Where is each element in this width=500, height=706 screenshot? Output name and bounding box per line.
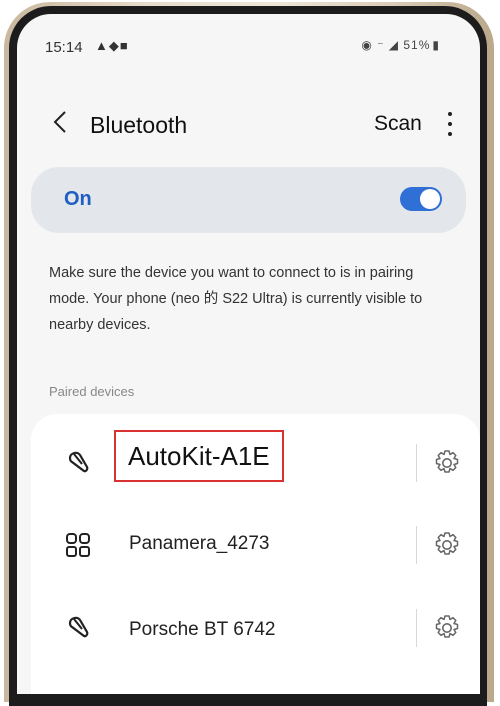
scan-button[interactable]: Scan bbox=[374, 112, 422, 136]
visibility-info-text: Make sure the device you want to connect… bbox=[49, 265, 423, 333]
more-dot-icon bbox=[448, 112, 452, 116]
device-row-porsche[interactable]: Porsche BT 6742 bbox=[31, 589, 480, 669]
headset-icon bbox=[68, 616, 89, 638]
page-title: Bluetooth bbox=[90, 112, 188, 138]
gear-icon[interactable] bbox=[432, 613, 462, 643]
system-icons: ◉ ⁻ ◢ 51% ▮ bbox=[361, 38, 440, 52]
phone-screen: 15:14 ▲◆■ ◉ ⁻ ◢ 51% ▮ Bluetooth Scan On M… bbox=[17, 14, 480, 694]
status-bar: 15:14 ▲◆■ ◉ ⁻ ◢ 51% ▮ bbox=[17, 14, 480, 62]
device-row-panamera[interactable]: Panamera_4273 bbox=[31, 506, 480, 586]
paired-devices-header: Paired devices bbox=[49, 384, 135, 399]
bluetooth-switch[interactable] bbox=[400, 187, 442, 211]
signal-icons: ◉ ⁻ ◢ bbox=[361, 38, 400, 52]
device-row-autokit[interactable]: AutoKit-A1E bbox=[31, 424, 480, 504]
gear-icon[interactable] bbox=[432, 530, 462, 560]
status-time: 15:14 bbox=[45, 39, 83, 56]
more-dot-icon bbox=[448, 132, 452, 136]
more-options-button[interactable] bbox=[439, 109, 461, 139]
device-name: Panamera_4273 bbox=[129, 533, 270, 554]
paired-devices-list: AutoKit-A1E Panamera_4273 Porsche BT 674… bbox=[31, 414, 480, 694]
car-grid-icon bbox=[66, 533, 90, 557]
divider bbox=[416, 609, 417, 647]
battery-icon: ▮ bbox=[432, 38, 440, 52]
device-name: AutoKit-A1E bbox=[114, 430, 284, 482]
app-bar: Bluetooth Scan bbox=[17, 102, 480, 148]
divider bbox=[416, 526, 417, 564]
divider bbox=[416, 444, 417, 482]
battery-level: 51% bbox=[403, 38, 431, 52]
device-name: Porsche BT 6742 bbox=[129, 619, 276, 640]
toggle-label: On bbox=[64, 188, 92, 210]
back-arrow-icon bbox=[53, 111, 66, 133]
gear-icon[interactable] bbox=[432, 448, 462, 478]
bluetooth-toggle-card[interactable]: On bbox=[31, 167, 466, 233]
headset-icon bbox=[68, 451, 89, 473]
switch-knob bbox=[420, 189, 440, 209]
back-button[interactable] bbox=[47, 102, 77, 142]
more-dot-icon bbox=[448, 122, 452, 126]
notification-icons: ▲◆■ bbox=[95, 38, 129, 53]
